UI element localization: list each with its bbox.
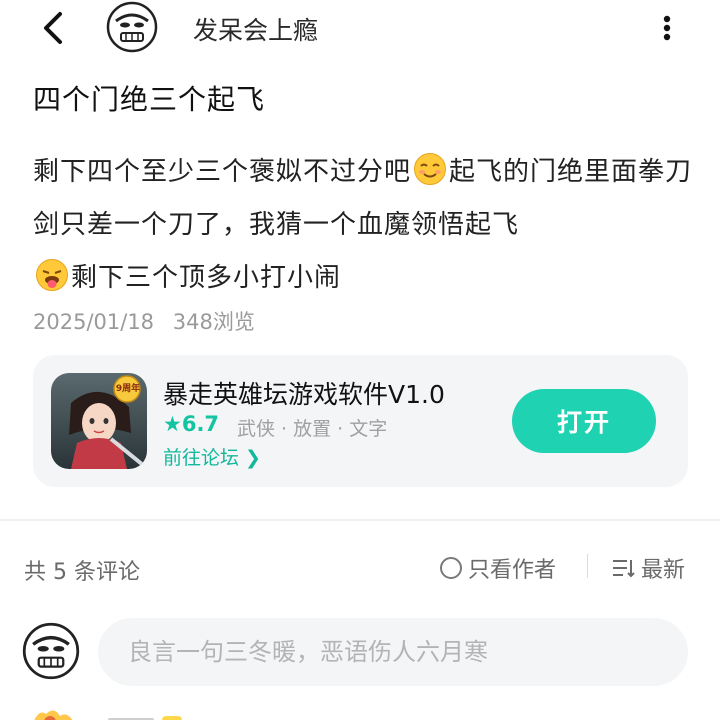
more-options-button[interactable] [652,10,682,46]
post-body-text-3: 剩下三个顶多小打小闹 [71,263,342,293]
radio-circle-icon [440,557,462,579]
badge-partial [162,716,182,720]
comment-input[interactable] [98,618,688,686]
game-tags: 武侠 · 放置 · 文字 [237,418,388,440]
vertical-dots-icon [663,15,671,41]
sort-button[interactable]: 最新 [611,552,685,584]
toolbar-separator [587,554,588,578]
tongue-out-emoji-icon [36,259,68,291]
sort-label: 最新 [641,558,686,583]
chevron-left-icon [44,12,62,44]
post-body: 剩下四个至少三个褒姒不过分吧 起飞的门绝里面拳刀剑只差一个刀了，我猜一个血魔领悟… [33,146,693,305]
post-date: 2025/01/18 [33,310,155,334]
open-game-button[interactable]: 打开 [512,389,656,453]
post-meta: 2025/01/18 348浏览 [33,306,267,336]
game-name[interactable]: 暴走英雄坛游戏软件V1.0 [163,375,445,411]
smirk-emoji-icon [414,153,447,185]
game-icon-badge: 9周年 [115,384,141,394]
post-views: 348浏览 [172,310,255,334]
author-only-label: 只看作者 [468,558,557,583]
game-forum-link[interactable]: 前往论坛 ❯ [163,443,261,470]
post-title: 四个门绝三个起飞 [33,83,266,116]
back-button[interactable] [30,6,74,50]
author-only-toggle[interactable]: 只看作者 [440,552,556,584]
sort-icon [613,560,635,578]
next-comment-peek [0,706,720,720]
commenter-avatar-partial [34,710,73,720]
game-rating: ★6.7 [163,412,220,436]
comment-count: 共 5 条评论 [24,560,140,585]
post-body-text-1: 剩下四个至少三个褒姒不过分吧 [33,157,412,187]
top-bar: 发呆会上瘾 [0,0,720,56]
section-divider [0,519,720,521]
author-avatar[interactable] [106,1,158,53]
my-avatar[interactable] [22,622,80,680]
author-name[interactable]: 发呆会上瘾 [193,11,318,47]
comment-input-row [0,616,720,688]
game-card[interactable]: 9周年 暴走英雄坛游戏软件V1.0 ★6.7 武侠 · 放置 · 文字 前往论坛… [33,355,688,487]
comments-header: 共 5 条评论 只看作者 最新 [0,540,720,596]
game-icon[interactable]: 9周年 [51,373,147,469]
